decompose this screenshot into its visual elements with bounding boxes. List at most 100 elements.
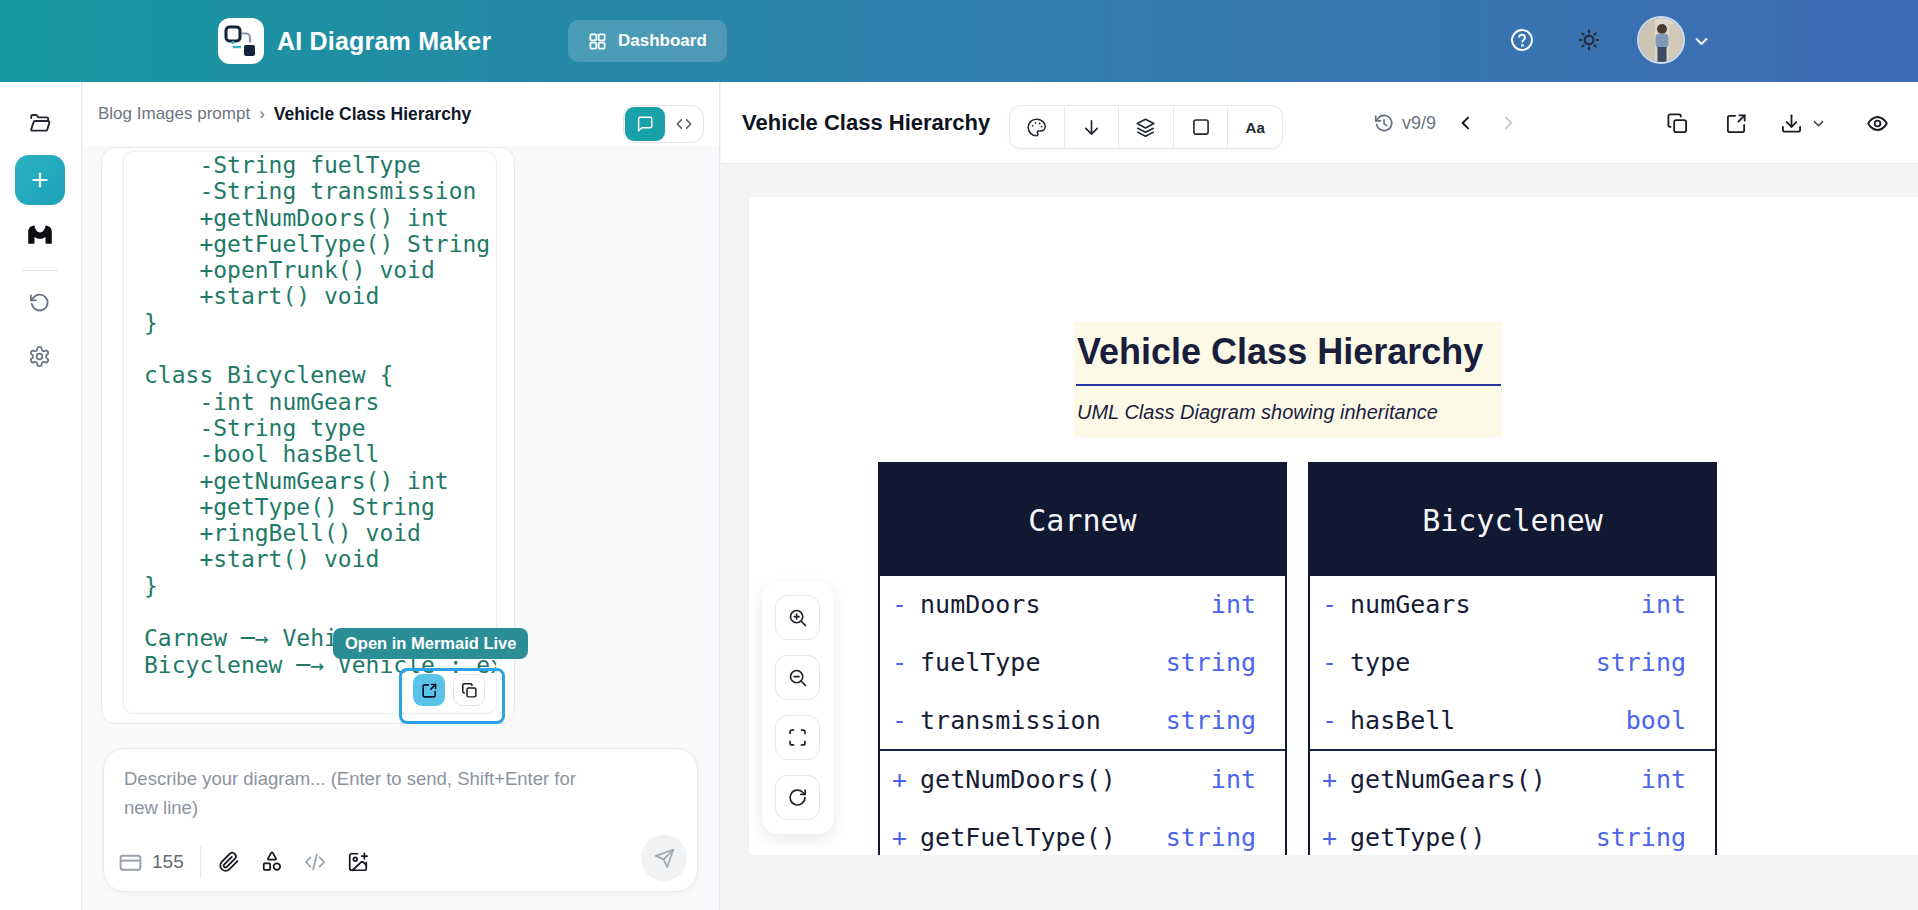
help-icon[interactable] <box>1509 27 1535 53</box>
app-logo-icon[interactable] <box>218 18 264 64</box>
diagram-panel-header: Vehicle Class Hierarchy <box>721 82 1918 164</box>
app-window: AI Diagram Maker Dashboard <box>0 0 1918 910</box>
grid-icon <box>588 32 607 51</box>
duplicate-button[interactable] <box>1666 82 1689 164</box>
version-next-button[interactable] <box>1498 82 1518 164</box>
uml-member-row: +getFuelType()string <box>880 809 1285 855</box>
open-in-mermaid-live-button[interactable] <box>413 674 445 706</box>
refresh-button[interactable] <box>775 775 820 820</box>
breadcrumb-separator: › <box>259 104 265 124</box>
avatar[interactable] <box>1639 18 1683 62</box>
diagram-note-title-block: Vehicle Class Hierarchy UML Class Diagra… <box>1074 322 1502 437</box>
download-icon <box>1780 112 1803 135</box>
version-prev-button[interactable] <box>1456 82 1476 164</box>
open-external-button[interactable] <box>1725 82 1748 164</box>
frame-button[interactable] <box>1173 106 1228 148</box>
chat-input[interactable]: Describe your diagram... (Enter to send,… <box>103 748 698 892</box>
credits-count: 155 <box>152 851 184 873</box>
version-history-icon[interactable] <box>1373 112 1395 134</box>
zoom-in-icon <box>787 607 808 628</box>
chat-mode-button[interactable] <box>625 107 665 141</box>
history-icon[interactable] <box>28 291 52 315</box>
copy-icon <box>461 682 478 699</box>
download-button[interactable] <box>1780 82 1803 164</box>
chat-bubble-icon <box>636 115 654 133</box>
preview-button[interactable] <box>1866 82 1889 164</box>
breadcrumb: Blog Images prompt › Vehicle Class Hiera… <box>98 82 471 146</box>
zoom-controls <box>762 581 834 834</box>
uml-class-box-carnew[interactable]: Carnew -numDoorsint-fuelTypestring-trans… <box>878 462 1287 855</box>
diagram-panel: Vehicle Class Hierarchy <box>721 82 1918 910</box>
refresh-icon <box>787 787 808 808</box>
chat-input-placeholder: Describe your diagram... (Enter to send,… <box>124 764 604 822</box>
diagram-title: Vehicle Class Hierarchy <box>742 82 990 164</box>
breadcrumb-bar: Blog Images prompt › Vehicle Class Hiera… <box>83 82 719 146</box>
title-underline <box>1076 384 1501 386</box>
left-icon-sidebar <box>0 82 82 910</box>
app-title: AI Diagram Maker <box>277 0 491 82</box>
uml-member-row: -numGearsint <box>1310 576 1715 634</box>
top-navbar: AI Diagram Maker Dashboard <box>0 0 1918 82</box>
chat-panel: Blog Images prompt › Vehicle Class Hiera… <box>83 82 720 910</box>
uml-member-row: +getType()string <box>1310 809 1715 855</box>
zoom-out-icon <box>787 667 808 688</box>
uml-diagram-subtitle: UML Class Diagram showing inheritance <box>1077 401 1438 424</box>
shapes-icon[interactable] <box>261 851 283 873</box>
open-mermaid-live-tooltip: Open in Mermaid Live <box>333 628 528 659</box>
mermaid-code[interactable]: -String fuelType -String transmission +g… <box>124 152 496 678</box>
zoom-out-button[interactable] <box>775 655 820 700</box>
diagram-canvas[interactable]: Vehicle Class Hierarchy UML Class Diagra… <box>721 164 1918 910</box>
eye-icon <box>1866 112 1889 135</box>
external-link-icon <box>421 682 438 699</box>
user-menu-chevron-icon[interactable] <box>1693 33 1719 59</box>
version-control: v9/9 <box>1373 82 1436 164</box>
breadcrumb-parent[interactable]: Blog Images prompt <box>98 104 250 124</box>
dashboard-button[interactable]: Dashboard <box>568 20 727 62</box>
theme-toggle-icon[interactable] <box>1576 27 1602 53</box>
layers-icon <box>1135 117 1156 138</box>
settings-gear-icon[interactable] <box>28 345 52 369</box>
uml-member-row: -transmissionstring <box>880 691 1285 749</box>
fit-view-button[interactable] <box>775 715 820 760</box>
input-toolbar-divider <box>200 846 201 878</box>
credits-card-icon <box>118 850 143 875</box>
uml-member-row: +getNumGears()int <box>1310 751 1715 809</box>
direction-button[interactable] <box>1064 106 1119 148</box>
square-icon <box>1191 117 1211 137</box>
projects-folder-icon[interactable] <box>28 111 52 135</box>
input-toolbar: 155 <box>118 845 390 879</box>
diagram-toolbar: Aa <box>1009 105 1283 149</box>
code-icon <box>675 115 693 133</box>
arrow-down-icon <box>1081 117 1102 138</box>
uml-class-name: Bicyclenew <box>1310 464 1715 576</box>
assistant-message-card: -String fuelType -String transmission +g… <box>101 147 515 724</box>
code-mode-button[interactable] <box>665 115 703 133</box>
send-button[interactable] <box>641 835 687 881</box>
image-plus-icon[interactable] <box>347 851 369 873</box>
fit-view-icon <box>787 727 808 748</box>
copy-code-button[interactable] <box>453 674 485 706</box>
uml-member-row: -hasBellbool <box>1310 691 1715 749</box>
font-button[interactable]: Aa <box>1227 106 1282 148</box>
uml-member-row: +getNumDoors()int <box>880 751 1285 809</box>
layers-button[interactable] <box>1118 106 1173 148</box>
new-diagram-button[interactable] <box>15 155 65 205</box>
external-link-icon <box>1725 112 1748 135</box>
font-aa-label: Aa <box>1246 119 1265 136</box>
version-label: v9/9 <box>1402 113 1436 134</box>
copy-icon <box>1666 112 1689 135</box>
download-options-chevron-icon[interactable] <box>1811 82 1826 164</box>
mermaid-icon[interactable] <box>26 221 50 245</box>
palette-icon <box>1026 117 1047 138</box>
dashboard-label: Dashboard <box>618 31 707 51</box>
diagram-surface: Vehicle Class Hierarchy UML Class Diagra… <box>749 197 1918 855</box>
breadcrumb-current: Vehicle Class Hierarchy <box>274 104 471 125</box>
theme-palette-button[interactable] <box>1010 106 1064 148</box>
insert-code-icon[interactable] <box>304 851 326 873</box>
chat-code-toggle <box>623 105 704 143</box>
attach-file-icon[interactable] <box>218 851 240 873</box>
send-icon <box>654 848 675 869</box>
uml-member-row: -numDoorsint <box>880 576 1285 634</box>
uml-class-box-bicyclenew[interactable]: Bicyclenew -numGearsint-typestring-hasBe… <box>1308 462 1717 855</box>
zoom-in-button[interactable] <box>775 595 820 640</box>
